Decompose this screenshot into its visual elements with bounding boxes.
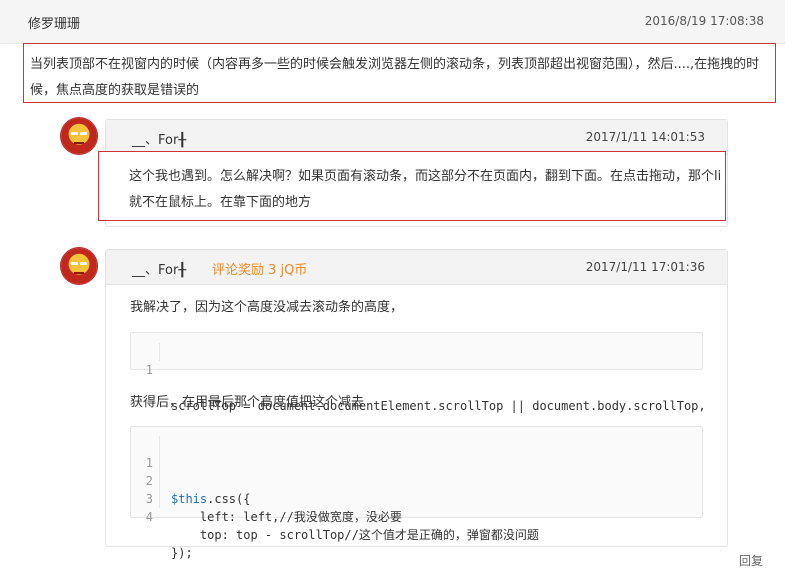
reply-header: __、For╂ 2017/1/11 14:01:53 — [106, 120, 727, 155]
comment-author[interactable]: 修罗珊珊 — [28, 13, 80, 32]
reply-timestamp: 2017/1/11 14:01:53 — [585, 130, 705, 144]
comment-body: 当列表顶部不在视窗内的时候（内容再多一些的时候会触发浏览器左侧的滚动条，列表顶部… — [23, 43, 776, 103]
reply-body: 这个我也遇到。怎么解决啊？如果页面有滚动条，而这部分不在页面内，翻到下面。在点击… — [98, 151, 726, 221]
line-number: 1 — [145, 363, 153, 377]
reply-text: 我解决了，因为这个高度没减去滚动条的高度， — [130, 300, 404, 315]
code-text: top: top - scrollTop//这个值才是正确的，弹窗都没问题 — [171, 528, 539, 542]
reply-author[interactable]: __、For╂ — [132, 129, 186, 148]
reward-badge: 评论奖励 3 jQ币 — [212, 263, 308, 278]
reply-timestamp: 2017/1/11 17:01:36 — [585, 260, 705, 274]
code-block[interactable]: 1 scrollTop = document.documentElement.s… — [130, 332, 706, 413]
code-block[interactable]: 1 $this.css({ 2 left: left,//我没做宽度，没必要 3… — [130, 426, 703, 560]
comment-timestamp: 2016/8/19 17:08:38 — [644, 14, 764, 28]
code-line: 4 }); — [131, 490, 702, 560]
code-text: left: left,//我没做宽度，没必要 — [171, 510, 402, 524]
code-line: 3 top: top - scrollTop//这个值才是正确的，弹窗都没问题 — [131, 472, 702, 542]
code-line: 2 left: left,//我没做宽度，没必要 — [131, 454, 702, 524]
avatar[interactable] — [61, 248, 97, 284]
code-text: }); — [171, 546, 193, 560]
code-line: 1 $this.css({ — [131, 436, 702, 506]
reply-author[interactable]: __、For╂ — [132, 259, 186, 278]
line-number: 4 — [145, 510, 153, 524]
reply-header: __、For╂ 评论奖励 3 jQ币 2017/1/11 17:01:36 — [106, 250, 727, 285]
reply-link[interactable]: 回复 — [739, 552, 763, 569]
reply-text: 获得后，在用最后那个高度值把这个减去 — [130, 395, 365, 410]
code-line: 1 scrollTop = document.documentElement.s… — [131, 343, 706, 413]
avatar[interactable] — [61, 118, 97, 154]
